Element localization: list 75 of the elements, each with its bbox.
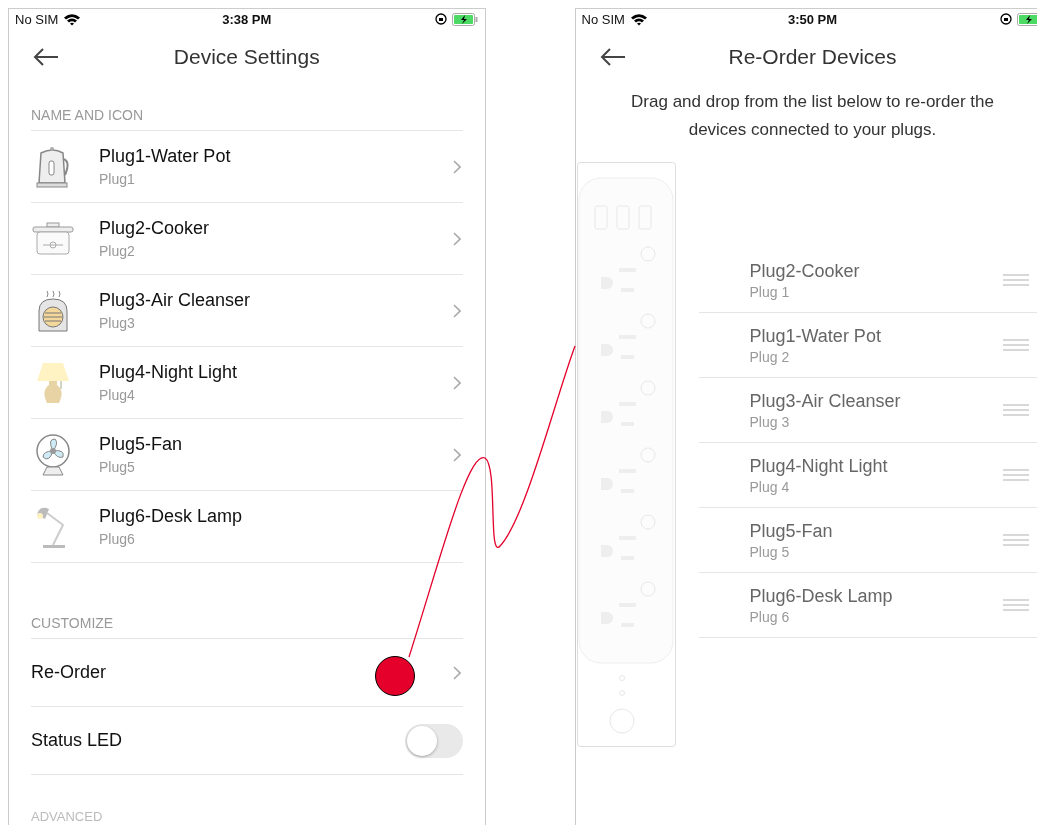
rotation-lock-icon — [1000, 13, 1013, 25]
device-name: Plug1-Water Pot — [749, 325, 882, 347]
section-heading: CUSTOMIZE — [31, 593, 463, 639]
device-row[interactable]: Plug5-Fan Plug5 — [31, 419, 463, 491]
drag-handle-icon[interactable] — [1002, 339, 1029, 351]
chevron-icon — [452, 665, 461, 680]
status-time: 3:38 PM — [222, 11, 272, 27]
plug-label: Plug5 — [99, 459, 136, 475]
device-name: Plug5-Fan — [99, 434, 184, 455]
device-name: Plug4-Night Light — [749, 455, 889, 477]
rotation-lock-icon — [435, 13, 448, 25]
drag-handle-icon[interactable] — [1002, 534, 1029, 546]
row-label: Status LED — [31, 730, 123, 751]
device-name: Plug1-Water Pot — [99, 146, 232, 167]
device-row[interactable]: Plug4-Night Light Plug4 — [31, 347, 463, 419]
device-row[interactable]: Plug6-Desk Lamp Plug6 — [31, 491, 463, 563]
plug-label: Plug2 — [99, 243, 136, 259]
drag-handle-icon[interactable] — [1002, 274, 1029, 286]
device-name: Plug5-Fan — [749, 520, 834, 542]
screen-title: Device Settings — [173, 45, 320, 69]
device-name: Plug2-Cooker — [749, 260, 861, 282]
device-name: Plug6-Desk Lamp — [99, 506, 244, 527]
section-heading: NAME AND ICON — [31, 85, 463, 131]
row-label: Re-Order — [31, 662, 106, 683]
instruction-text: Drag and drop from the list below to re-order the devices connected to your plugs. — [630, 91, 995, 141]
plug-label: Plug4 — [99, 387, 136, 403]
device-row[interactable]: Plug2-Cooker Plug2 — [31, 203, 463, 275]
chevron-icon — [452, 375, 461, 390]
device-name: Plug3-Air Cleanser — [99, 290, 252, 311]
plug-label: Plug 4 — [749, 478, 791, 495]
plug-label: Plug 1 — [749, 283, 791, 300]
device-row[interactable]: Plug1-Water Pot Plug1 — [31, 131, 463, 203]
screen-title: Re-Order Devices — [728, 45, 897, 69]
device-name: Plug4-Night Light — [99, 362, 239, 383]
section-heading: ADVANCED — [31, 809, 104, 824]
carrier-label: No SIM — [15, 11, 59, 27]
plug-label: Plug 6 — [749, 608, 791, 625]
wifi-icon — [63, 12, 82, 26]
plug-label: Plug3 — [99, 315, 136, 331]
wifi-icon — [629, 12, 648, 26]
device-row[interactable]: Plug5-Fan Plug 5 — [698, 508, 1037, 573]
plug-label: Plug 2 — [749, 348, 791, 365]
status-time: 3:50 PM — [787, 11, 838, 27]
device-row[interactable]: Plug3-Air Cleanser Plug3 — [31, 275, 463, 347]
table-lamp-icon — [37, 362, 69, 403]
plug-label: Plug1 — [99, 171, 136, 187]
chevron-icon — [452, 159, 461, 174]
back-arrow-icon[interactable] — [33, 48, 59, 66]
chevron-icon — [452, 231, 461, 246]
carrier-label: No SIM — [581, 11, 625, 27]
device-name: Plug2-Cooker — [99, 218, 211, 239]
back-arrow-icon[interactable] — [599, 48, 626, 66]
device-row[interactable]: Plug2-Cooker Plug 1 — [698, 248, 1037, 313]
chevron-icon — [452, 303, 461, 318]
device-row[interactable]: Plug4-Night Light Plug 4 — [698, 443, 1037, 508]
device-name: Plug6-Desk Lamp — [749, 585, 894, 607]
battery-charging-icon — [452, 12, 479, 26]
device-name: Plug3-Air Cleanser — [749, 390, 902, 412]
device-row[interactable]: Plug1-Water Pot Plug 2 — [698, 313, 1037, 378]
plug-label: Plug 3 — [749, 413, 791, 430]
device-row[interactable]: Plug6-Desk Lamp Plug 6 — [698, 573, 1037, 638]
drag-handle-icon[interactable] — [1002, 404, 1029, 416]
slow-cooker-icon — [32, 222, 74, 254]
drag-handle-icon[interactable] — [1002, 599, 1029, 611]
plug-label: Plug6 — [99, 531, 136, 547]
toggle-switch[interactable] — [404, 723, 463, 758]
kettle-icon — [36, 146, 69, 187]
device-row[interactable]: Plug3-Air Cleanser Plug 3 — [698, 378, 1037, 443]
desk-lamp-icon — [37, 507, 65, 548]
fan-icon — [36, 433, 70, 475]
marker-dot — [375, 656, 415, 696]
chevron-icon — [452, 447, 461, 462]
heater-icon — [38, 290, 68, 331]
plug-label: Plug 5 — [749, 543, 791, 560]
drag-handle-icon[interactable] — [1002, 469, 1029, 481]
